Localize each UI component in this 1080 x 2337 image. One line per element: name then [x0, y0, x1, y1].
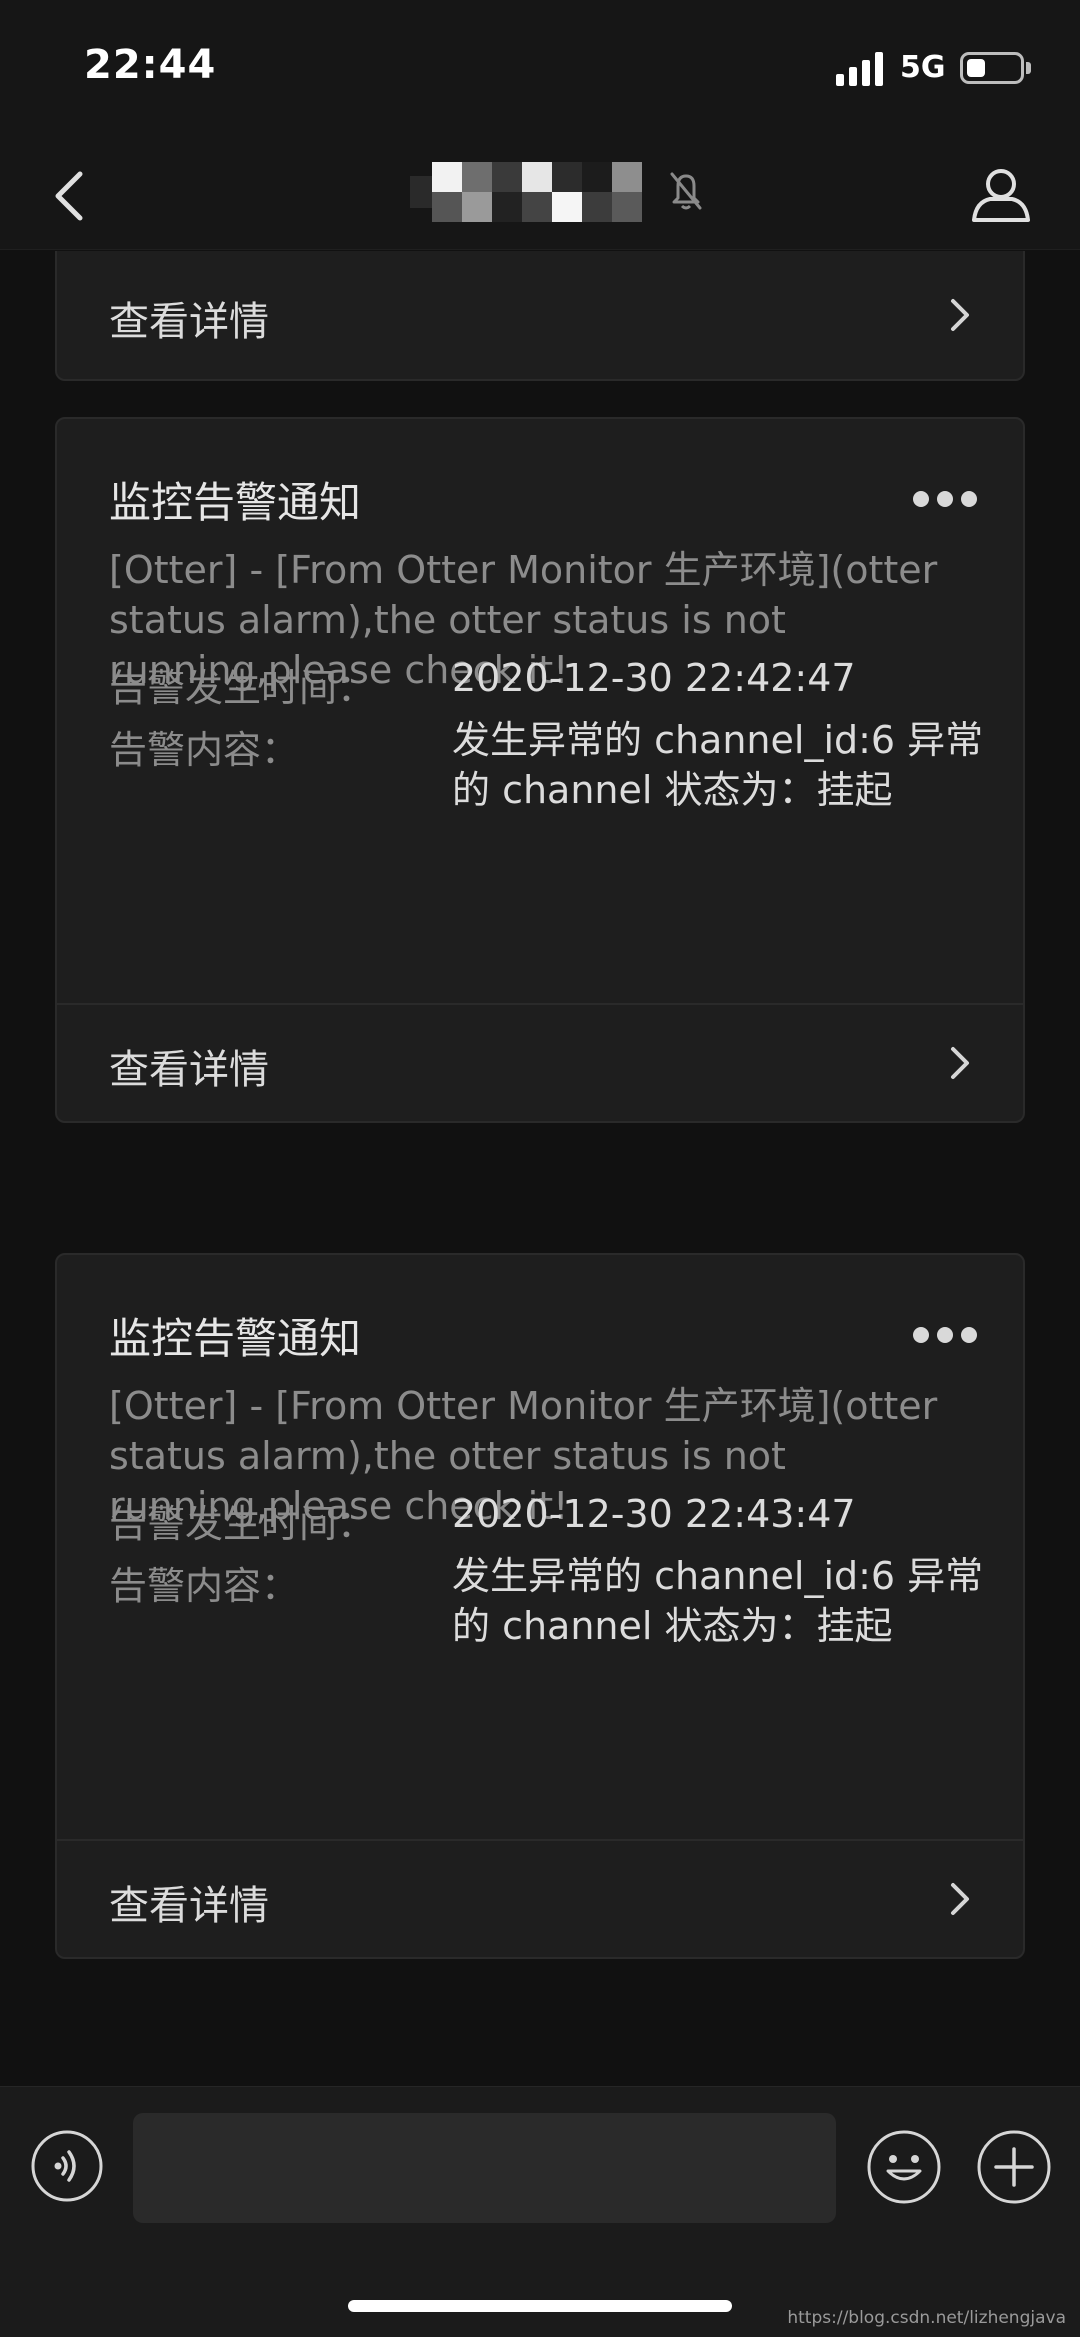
view-details-label: 查看详情 [109, 299, 269, 345]
alert-time-label: 告警发生时间： [109, 666, 376, 710]
chat-title-redacted [410, 162, 642, 222]
nav-bar [0, 140, 1080, 250]
chevron-right-icon [951, 299, 969, 331]
card-title: 监控告警通知 [109, 1314, 362, 1363]
card-footer[interactable]: 查看详情 [57, 251, 1023, 379]
alert-content-value: 发生异常的 channel_id:6 异常的 channel 状态为：挂起 [452, 1554, 984, 1648]
card-footer[interactable]: 查看详情 [57, 1839, 1023, 1957]
chevron-left-icon[interactable] [40, 162, 100, 228]
battery-tip [1026, 62, 1031, 74]
emoji-icon[interactable] [866, 2129, 942, 2205]
voice-icon[interactable] [30, 2129, 104, 2203]
alert-time-label: 告警发生时间： [109, 1502, 376, 1546]
message-card-partial: 查看详情 [55, 251, 1025, 381]
more-icon[interactable] [913, 489, 977, 509]
alert-content-label: 告警内容： [109, 728, 300, 772]
network-type: 5G [900, 50, 946, 85]
alert-content-value: 发生异常的 channel_id:6 异常的 channel 状态为：挂起 [452, 718, 984, 812]
view-details-label: 查看详情 [109, 1047, 269, 1093]
home-indicator[interactable] [348, 2300, 732, 2312]
battery-level [967, 59, 985, 77]
plus-icon[interactable] [976, 2129, 1052, 2205]
person-icon[interactable] [968, 162, 1034, 228]
watermark: https://blog.csdn.net/lizhengjava [787, 2308, 1066, 2328]
message-list[interactable]: 查看详情 监控告警通知 [Otter] - [From Otter Monito… [0, 251, 1080, 2086]
chevron-right-icon [951, 1883, 969, 1915]
bell-off-icon [670, 172, 702, 210]
status-bar: 22:44 5G [0, 0, 1080, 140]
alert-card: 监控告警通知 [Otter] - [From Otter Monitor 生产环… [55, 1253, 1025, 1959]
alert-time-value: 2020-12-30 22:43:47 [452, 1492, 856, 1536]
alert-card: 监控告警通知 [Otter] - [From Otter Monitor 生产环… [55, 417, 1025, 1123]
message-input[interactable] [133, 2113, 836, 2223]
card-title: 监控告警通知 [109, 478, 362, 527]
view-details-label: 查看详情 [109, 1883, 269, 1929]
card-footer[interactable]: 查看详情 [57, 1003, 1023, 1121]
alert-content-label: 告警内容： [109, 1564, 300, 1608]
battery-icon [960, 52, 1024, 84]
signal-icon [836, 52, 883, 86]
status-time: 22:44 [84, 42, 217, 88]
chevron-right-icon [951, 1047, 969, 1079]
more-icon[interactable] [913, 1325, 977, 1345]
alert-time-value: 2020-12-30 22:42:47 [452, 656, 856, 700]
